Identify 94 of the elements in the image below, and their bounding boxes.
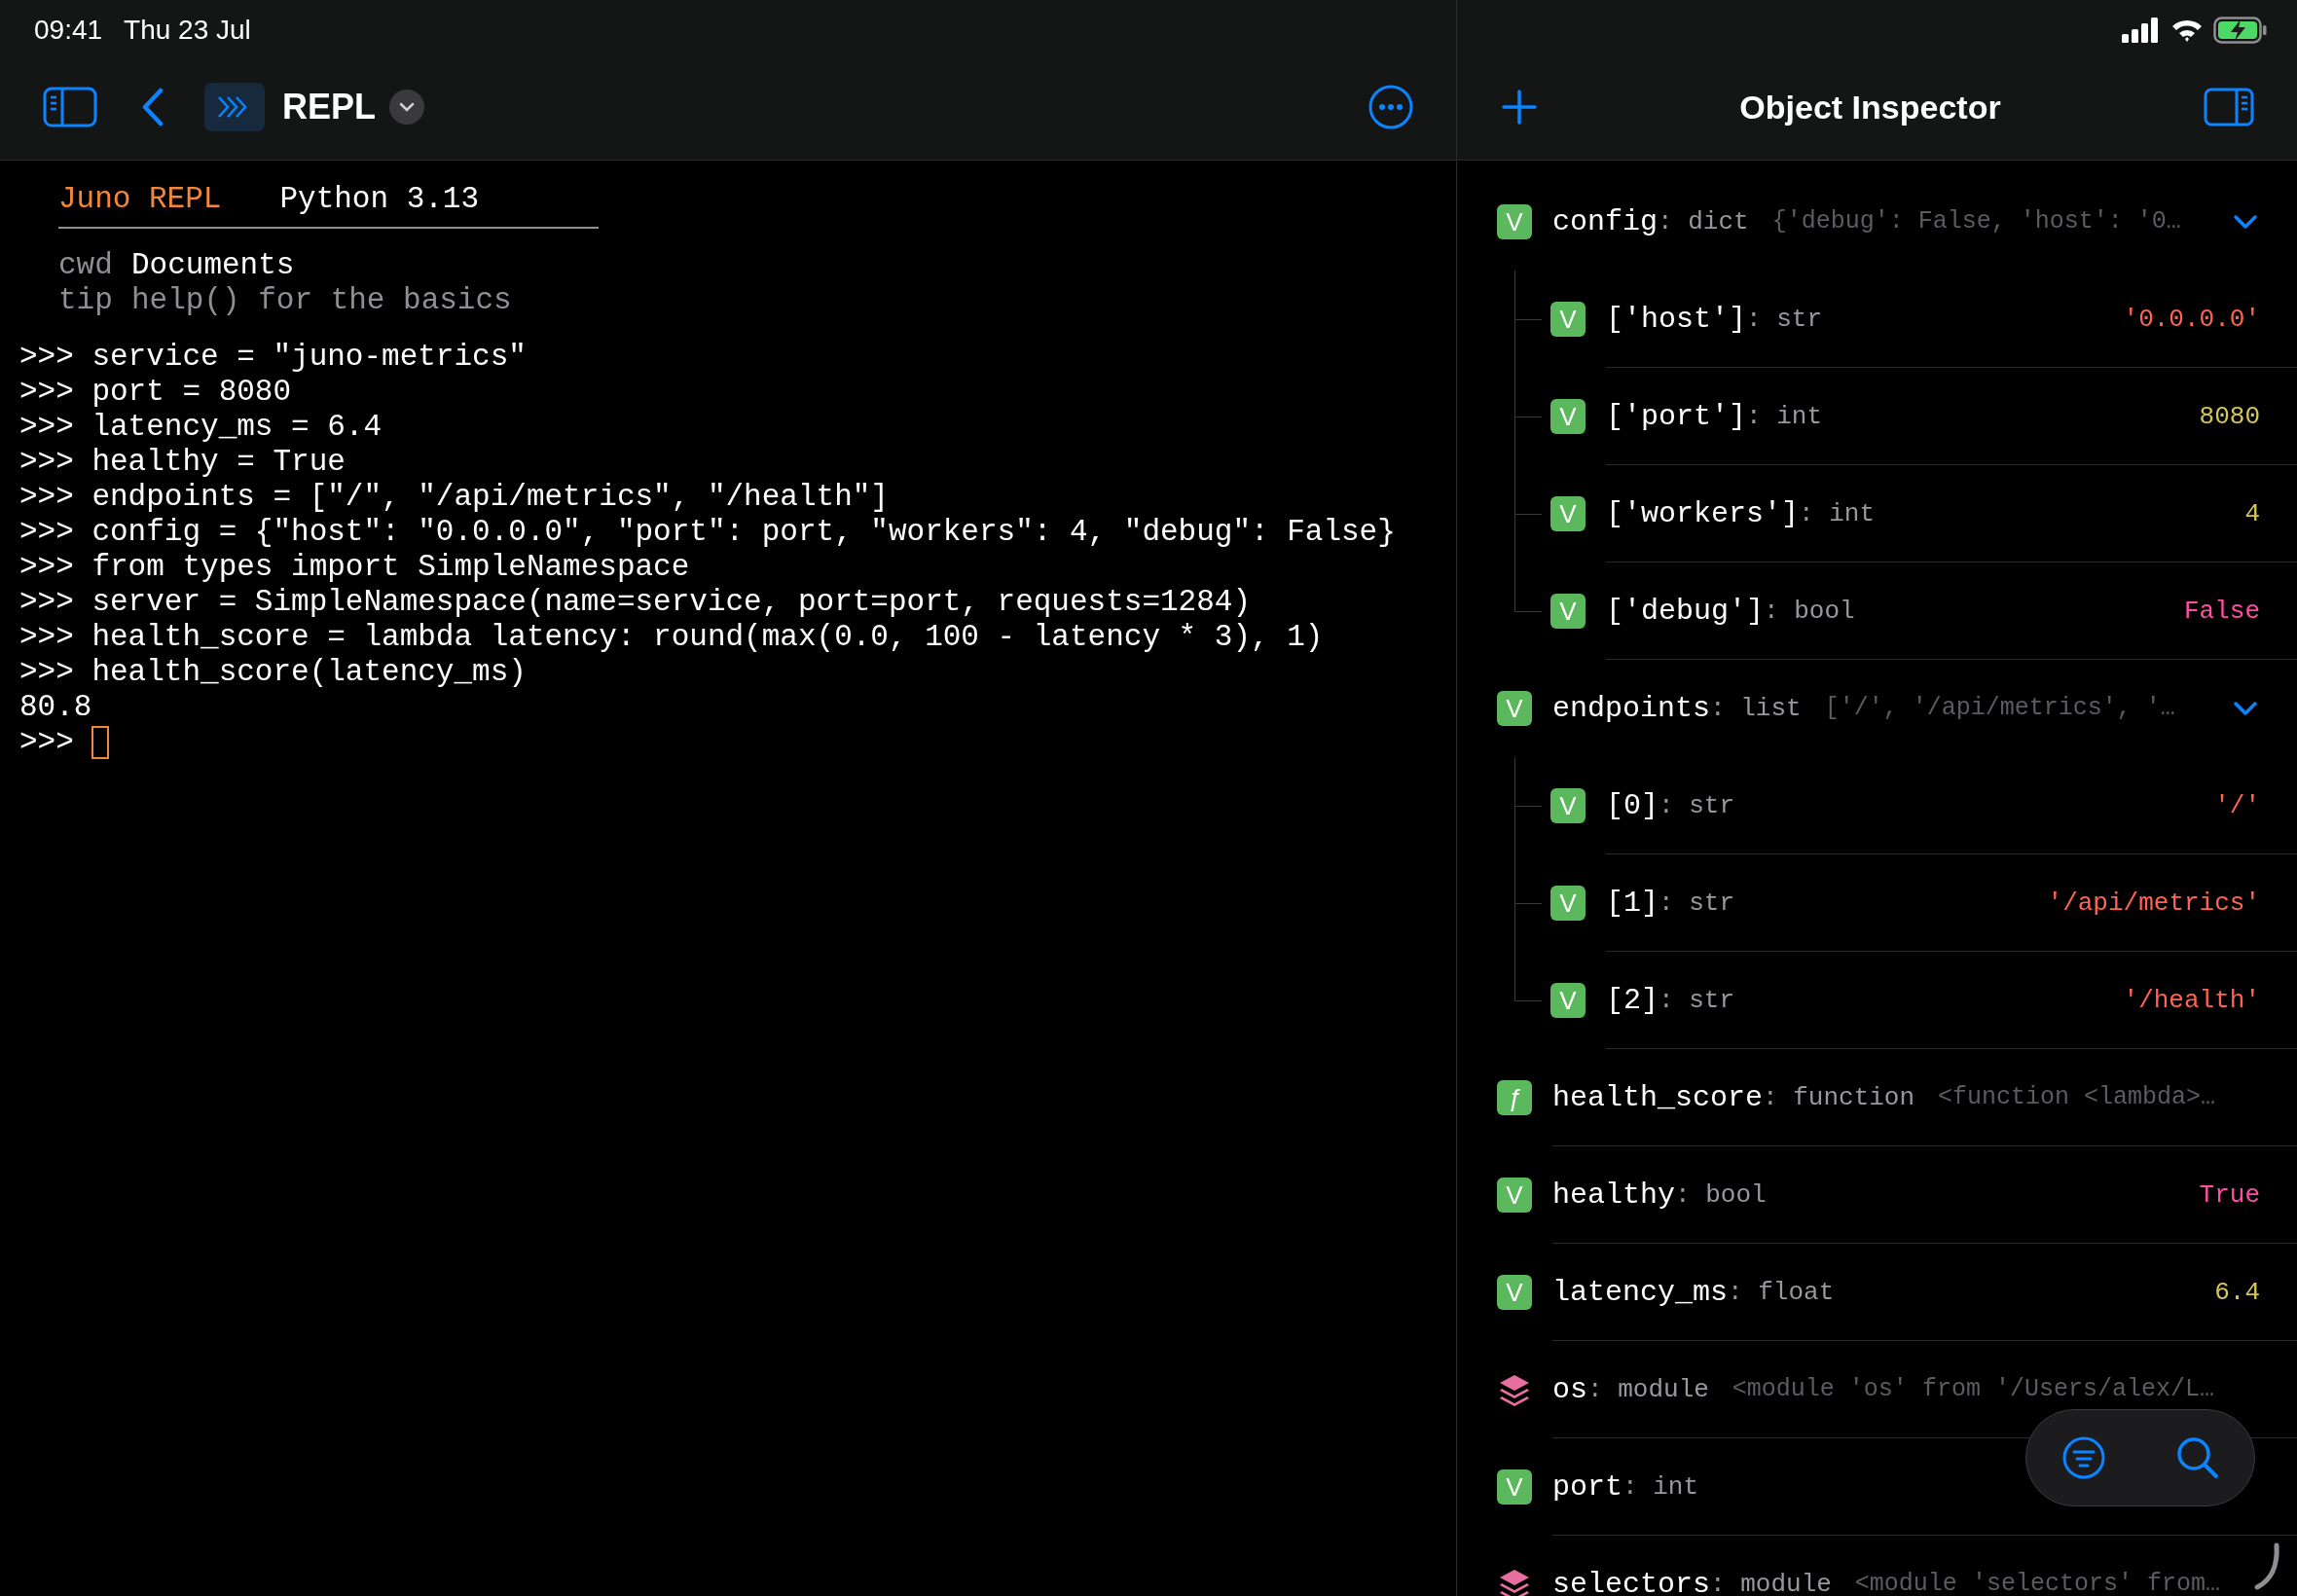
variable-name[interactable]: ['host'] [1606,302,1747,336]
back-icon[interactable] [140,88,165,127]
variable-name[interactable]: ['port'] [1606,399,1747,433]
console-line: >>> service = "juno-metrics" [19,340,528,375]
type-label: : module [1710,1569,1832,1596]
value-preview: <function <lambda>… [1938,1083,2217,1111]
sidebar-toggle-icon[interactable] [43,87,97,127]
value-text: 4 [2244,498,2260,528]
type-label: : int [1622,1471,1699,1502]
type-label: : str [1746,304,1823,334]
value-text: 6.4 [2214,1277,2260,1307]
console-line: >>> health_score(latency_ms) [19,655,528,690]
value-preview: {'debug': False, 'host': '0… [1771,207,2182,236]
info-value: Documents [131,248,296,283]
console-line: >>> port = 8080 [19,375,293,410]
value-preview: <module 'selectors' from… [1854,1570,2221,1596]
console-line: >>> healthy = True [19,445,346,480]
function-badge: ƒ [1497,1080,1532,1115]
type-label: : str [1659,888,1735,918]
add-icon[interactable] [1502,90,1537,125]
search-icon[interactable] [2174,1435,2220,1480]
value-text: True [2199,1179,2260,1210]
console-line: >>> latency_ms = 6.4 [19,410,383,445]
variable-name[interactable]: os [1552,1372,1587,1406]
variable-badge: V [1550,496,1586,531]
more-icon[interactable] [1368,85,1413,129]
console-line: >>> from types import SimpleNamespace [19,550,691,585]
status-date: Thu 23 Jul [124,15,251,46]
filter-icon[interactable] [2060,1435,2106,1480]
variable-name[interactable]: [2] [1606,983,1659,1017]
info-key: cwd [58,248,131,283]
value-text: 8080 [2199,401,2260,431]
app-name: Juno REPL [58,182,222,217]
info-key: tip [58,283,131,318]
value-text: '/api/metrics' [2047,888,2260,918]
chevron-down-icon [398,101,416,113]
battery-icon [2213,17,2268,44]
variable-name[interactable]: selectors [1552,1567,1711,1596]
type-label: : int [1746,401,1823,431]
type-label: : int [1799,498,1876,528]
variable-badge: V [1497,1469,1532,1505]
console-line: >>> health_score = lambda latency: round(max(0.0, 100 - latency * 3), 1) [19,620,1325,655]
text-cursor[interactable] [91,726,109,759]
variable-name[interactable]: port [1552,1469,1622,1504]
variable-name[interactable]: latency_ms [1552,1275,1729,1309]
type-label: : bool [1675,1179,1767,1210]
signal-icon [2122,18,2161,43]
type-label: : bool [1764,596,1855,626]
panel-title: Object Inspector [1739,88,2001,127]
type-label: : str [1659,790,1735,820]
variable-badge: V [1550,886,1586,921]
value-text: '0.0.0.0' [2123,304,2260,334]
console-line: >>> config = {"host": "0.0.0.0", "port": port, "workers": 4, "debug": False} [19,515,1397,550]
type-label: : function [1763,1082,1915,1112]
variable-badge: V [1550,983,1586,1018]
document-title: REPL [282,87,376,127]
type-label: : dict [1658,206,1749,236]
console-line: 80.8 [19,690,93,725]
variable-badge: V [1550,302,1586,337]
variable-name[interactable]: [0] [1606,788,1659,822]
variable-name[interactable]: config [1552,204,1659,238]
type-label: : float [1728,1277,1835,1307]
value-text: False [2184,596,2260,626]
console-prompt: >>> [19,725,74,760]
variable-badge: V [1550,594,1586,629]
value-text: '/health' [2123,985,2260,1015]
variable-badge: V [1550,788,1586,823]
variable-badge: V [1497,1178,1532,1213]
console-line: >>> server = SimpleNamespace(name=service, port=port, requests=1284) [19,585,1252,620]
value-text: '/' [2214,790,2260,820]
info-value: help() for the basics [131,283,512,318]
variable-name[interactable]: [1] [1606,886,1659,920]
variable-name[interactable]: health_score [1552,1080,1764,1114]
variable-name[interactable]: healthy [1552,1178,1676,1212]
panel-toggle-icon[interactable] [2204,88,2254,127]
type-label: : list [1710,693,1802,723]
variable-name[interactable]: ['debug'] [1606,594,1765,628]
status-time: 09:41 [34,15,103,46]
variable-badge: V [1497,1275,1532,1310]
variable-name[interactable]: endpoints [1552,691,1711,725]
type-label: : str [1659,985,1735,1015]
value-preview: ['/', '/api/metrics', '… [1824,694,2176,722]
version-label: Python 3.13 [279,182,480,217]
variable-name[interactable]: ['workers'] [1606,496,1800,530]
scroll-indicator [2253,1542,2282,1591]
dropdown-button[interactable] [389,90,424,125]
console-line: >>> endpoints = ["/", "/api/metrics", "/health"] [19,480,890,515]
type-label: : module [1587,1374,1709,1404]
variable-badge: V [1497,691,1532,726]
value-preview: <module 'os' from '/Users/alex/L… [1732,1375,2215,1403]
wifi-icon [2170,18,2204,43]
app-icon[interactable] [204,83,265,131]
variable-badge: V [1497,204,1532,239]
variable-badge: V [1550,399,1586,434]
